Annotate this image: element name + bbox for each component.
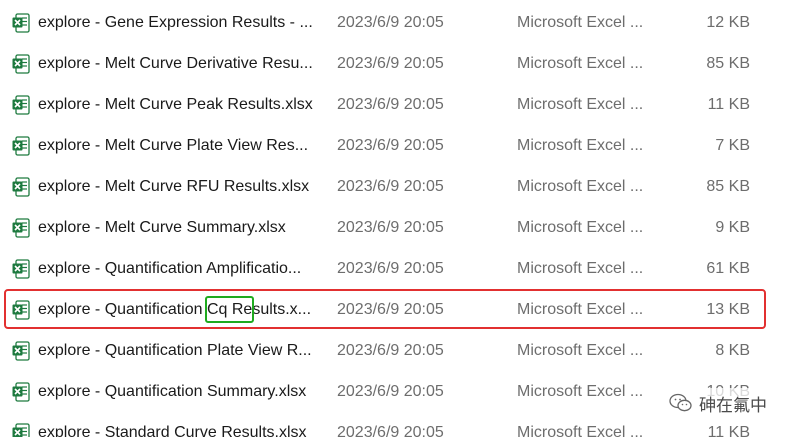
file-date-modified: 2023/6/9 20:05 (337, 177, 444, 195)
file-size: 61 KB (706, 259, 750, 277)
excel-file-icon (12, 53, 30, 74)
file-date-modified: 2023/6/9 20:05 (337, 341, 444, 359)
file-list: explore - Gene Expression Results - ... … (0, 0, 807, 437)
file-size: 85 KB (706, 177, 750, 195)
file-name[interactable]: explore - Melt Curve Plate View Res... (38, 137, 323, 155)
file-date-modified: 2023/6/9 20:05 (337, 218, 444, 236)
file-type: Microsoft Excel ... (517, 218, 644, 236)
wechat-icon (669, 393, 693, 413)
file-name[interactable]: explore - Quantification Summary.xlsx (38, 383, 323, 401)
file-date-modified: 2023/6/9 20:05 (337, 13, 444, 31)
excel-file-icon (12, 422, 30, 437)
file-name[interactable]: explore - Melt Curve Peak Results.xlsx (38, 96, 323, 114)
excel-file-icon (12, 12, 30, 33)
excel-file-icon (12, 381, 30, 402)
file-type: Microsoft Excel ... (517, 382, 644, 400)
file-size: 9 KB (715, 218, 750, 236)
file-date-modified: 2023/6/9 20:05 (337, 136, 444, 154)
file-name[interactable]: explore - Quantification Amplificatio... (38, 260, 323, 278)
file-size: 12 KB (706, 13, 750, 31)
file-size: 85 KB (706, 54, 750, 72)
file-date-modified: 2023/6/9 20:05 (337, 54, 444, 72)
file-size: 13 KB (706, 300, 750, 318)
file-size: 7 KB (715, 136, 750, 154)
excel-file-icon (12, 340, 30, 361)
file-row[interactable]: explore - Gene Expression Results - ... … (0, 2, 807, 43)
excel-file-icon (12, 176, 30, 197)
file-name[interactable]: explore - Standard Curve Results.xlsx (38, 424, 323, 437)
file-row-selected[interactable]: explore - Quantification Cq Results.x...… (0, 289, 807, 330)
file-date-modified: 2023/6/9 20:05 (337, 300, 444, 318)
file-type: Microsoft Excel ... (517, 300, 644, 318)
file-date-modified: 2023/6/9 20:05 (337, 95, 444, 113)
excel-file-icon (12, 217, 30, 238)
file-type: Microsoft Excel ... (517, 423, 644, 437)
file-type: Microsoft Excel ... (517, 54, 644, 72)
file-size: 11 KB (707, 423, 750, 437)
file-date-modified: 2023/6/9 20:05 (337, 259, 444, 277)
file-size: 11 KB (707, 95, 750, 113)
file-name[interactable]: explore - Melt Curve Summary.xlsx (38, 219, 323, 237)
file-name[interactable]: explore - Melt Curve Derivative Resu... (38, 55, 323, 73)
file-row[interactable]: explore - Quantification Plate View R...… (0, 330, 807, 371)
file-row[interactable]: explore - Melt Curve Summary.xlsx 2023/6… (0, 207, 807, 248)
file-row[interactable]: explore - Melt Curve Derivative Resu... … (0, 43, 807, 84)
excel-file-icon (12, 94, 30, 115)
watermark: 砷在氟中 (665, 388, 771, 418)
excel-file-icon (12, 258, 30, 279)
file-row[interactable]: explore - Melt Curve RFU Results.xlsx 20… (0, 166, 807, 207)
file-type: Microsoft Excel ... (517, 177, 644, 195)
excel-file-icon (12, 135, 30, 156)
file-name[interactable]: explore - Quantification Cq Results.x... (38, 301, 323, 319)
file-type: Microsoft Excel ... (517, 259, 644, 277)
file-row[interactable]: explore - Melt Curve Plate View Res... 2… (0, 125, 807, 166)
file-row[interactable]: explore - Melt Curve Peak Results.xlsx 2… (0, 84, 807, 125)
excel-file-icon (12, 299, 30, 320)
file-date-modified: 2023/6/9 20:05 (337, 382, 444, 400)
file-name[interactable]: explore - Melt Curve RFU Results.xlsx (38, 178, 323, 196)
file-row[interactable]: explore - Quantification Amplificatio...… (0, 248, 807, 289)
file-type: Microsoft Excel ... (517, 13, 644, 31)
file-size: 8 KB (715, 341, 750, 359)
file-date-modified: 2023/6/9 20:05 (337, 423, 444, 437)
file-name[interactable]: explore - Quantification Plate View R... (38, 342, 323, 360)
file-name[interactable]: explore - Gene Expression Results - ... (38, 14, 323, 32)
file-type: Microsoft Excel ... (517, 95, 644, 113)
file-type: Microsoft Excel ... (517, 341, 644, 359)
file-type: Microsoft Excel ... (517, 136, 644, 154)
watermark-text: 砷在氟中 (699, 395, 767, 415)
